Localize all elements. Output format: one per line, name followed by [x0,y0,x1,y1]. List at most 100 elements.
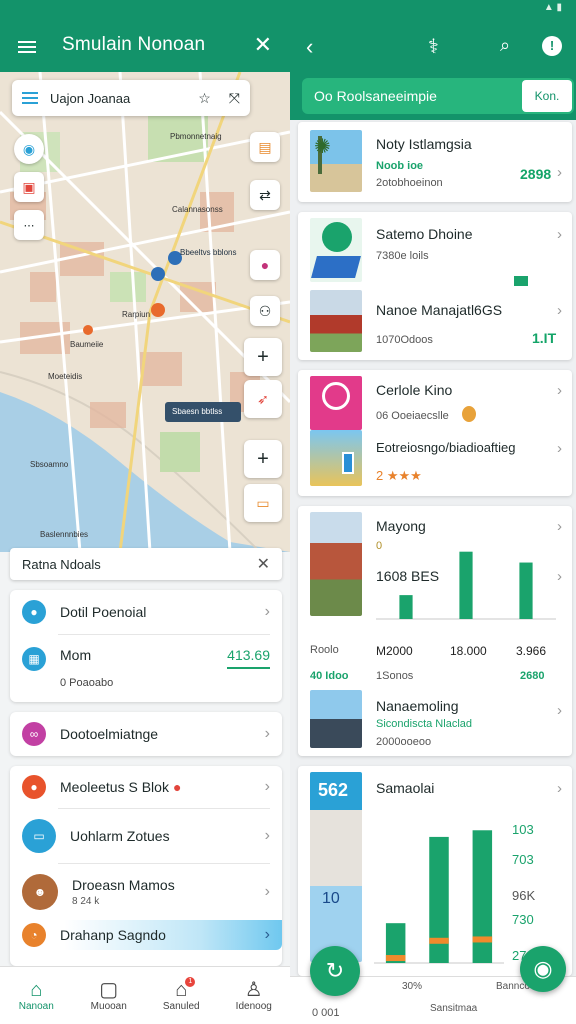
list-item[interactable]: ∞ Dootoelmiatnge › [10,712,282,756]
list-item[interactable]: ☻ Droeasn Mamos 8 24 k › [10,864,282,920]
walk-icon[interactable]: ⚇ [250,296,280,326]
result-card[interactable]: Satemo Dhoine 7380e loils › Nanoe Manaja… [298,212,572,360]
card-title-2: Eotreiosngo/biadioaftieg [376,440,516,455]
poi-icon[interactable]: ● [250,250,280,280]
location-pin-icon [462,406,476,422]
chart-bar[interactable] [429,836,449,963]
result-card[interactable]: ✺ Noty Istlamgsia Noob ioe 2otobhoeinon … [298,122,572,202]
status-icons: ▲ ▮ [543,2,562,13]
filter-label: Ratna Ndoals [22,556,101,572]
bookmark-icon[interactable]: ☆ [198,90,211,107]
car-icon: ▭ [22,819,56,853]
nav-home[interactable]: ⌂ Nanoan [0,967,73,1024]
nav-label: Nanoan [18,1001,54,1012]
map-view[interactable]: Bbeeltvs bblons Sbaesn bbtlss Baumeiie R… [0,72,290,552]
home-icon: ⌂ [30,979,43,1001]
list-item-highlight[interactable]: ◔ Drahanp Sagndo › [10,920,282,950]
search-icon[interactable]: ⌕ [500,35,510,56]
chart-bar-accent [472,936,493,943]
close-icon[interactable]: ✕ [254,32,272,58]
chart-bar[interactable] [519,562,533,619]
map-search-box[interactable]: Uajon Joanaa ☆ ⤧ [12,80,250,116]
clock-icon: ◔ [22,923,46,947]
map-label: Baslennnbies [40,530,89,539]
back-arrow-icon[interactable]: ‹ [306,34,313,60]
more-icon[interactable]: ⋯ [14,210,44,240]
chart-bar[interactable] [399,595,413,619]
battery-icon[interactable]: ▭ [244,484,282,522]
stats-card[interactable]: Mayong 0 1608 BES › › Roolo M2000 18.000… [298,506,572,756]
map-pin-icon[interactable] [151,267,165,281]
chevron-right-icon: › [264,827,270,844]
map-pin-icon[interactable] [83,325,93,335]
card-title: Mayong [376,518,426,534]
hamburger-menu-icon[interactable] [18,38,36,56]
bar-chart[interactable] [376,540,556,620]
nav-label: Muooan [90,1001,127,1012]
stat-sub: 1Sonos [376,670,414,682]
list-icon[interactable] [22,89,38,107]
stat-value: 3.966 [516,644,547,658]
map-label: Sbsoamno [30,460,69,469]
chevron-right-icon: › [557,518,562,535]
fab-left[interactable]: ↻ [310,946,360,996]
document-icon: ▢ [99,979,119,1001]
list-item-label: Mom [60,647,92,663]
promo-banner[interactable]: Oo Roolsaneeimpie Kon. [302,78,574,114]
list-item-sub: 8 24 k [72,896,100,907]
person-icon: ♙ [244,979,263,1001]
stats-card[interactable]: 562 10 Samaolai › 103 703 96K 730 278 [298,766,572,976]
chart-bar-accent [429,937,449,944]
nav-badge: 1 [185,977,196,987]
nav-label: Sanuled [162,1001,200,1012]
location-icon[interactable]: ◉ [14,134,44,164]
store-icon: ⌂ 1 [175,977,196,1001]
info-icon[interactable]: ! [542,36,562,56]
nav-person[interactable]: ♙ Idenoog [218,967,291,1024]
left-header: Smulain Nonoan ✕ [0,0,290,72]
card-title: Noty Istlamgsia [376,136,472,152]
card-title-2: Nanoe Manajatl6GS [376,302,503,318]
list-item[interactable]: ● Meoleetus S Blok ● › [10,766,282,808]
list-item[interactable]: ▭ Uohlarm Zotues › [10,809,282,863]
card-subtitle: 7380e loils [376,250,429,262]
zoom-in-icon[interactable]: + [244,338,282,376]
filter-bar[interactable]: Ratna Ndoals ✕ [10,548,282,580]
palm-thumbnail [310,690,362,748]
close-filter-icon[interactable]: ✕ [257,554,270,574]
map-search-text[interactable]: Uajon Joanaa [50,91,130,106]
chart-bar[interactable] [459,551,473,619]
beach-thumbnail: ✺ [310,130,362,192]
directions-icon[interactable]: ⤧ [229,90,240,107]
zoom-in-icon-2[interactable]: + [244,440,282,478]
chevron-right-icon: › [264,926,270,943]
layers-icon[interactable]: ▣ [14,172,44,202]
chat-icon: ● [22,600,46,624]
nav-document[interactable]: ▢ Muooan [73,967,146,1024]
bottom-nav: ⌂ Nanoan ▢ Muooan ⌂ 1 Sanuled ♙ Idenoog [0,966,290,1024]
compass-icon[interactable]: ➶ [244,380,282,418]
result-card[interactable]: Cerlole Kino 06 Ooeiaecslle › Eotreiosng… [298,370,572,496]
link-icon: ∞ [22,722,46,746]
list-item[interactable]: ▦ Mom 0 Poaoabo 413.69 [10,635,282,701]
nav-store[interactable]: ⌂ 1 Sanuled [145,967,218,1024]
fab-right[interactable]: ◉ [520,946,566,992]
map-label: Pbmonnetnaig [170,132,222,141]
x-tick-label: Sansitmaa [430,1003,478,1014]
chevron-right-icon: › [557,382,562,399]
left-pane: Smulain Nonoan ✕ Bbeeltvs bblons Sbaesn … [0,0,290,1024]
map-label: Sbaesn bbtlss [172,407,223,416]
list-item-label: Uohlarm Zotues [70,828,170,844]
list-item[interactable]: ● Dotil Poenoial › [10,590,282,634]
share-icon[interactable]: ⇄ [250,180,280,210]
stethoscope-icon[interactable]: ⚕ [428,34,439,59]
map-pin-icon[interactable] [151,303,165,317]
calendar-icon[interactable]: ▤ [250,132,280,162]
bar-chart[interactable] [374,814,504,964]
stat-label: Roolo [310,644,339,656]
banner-button[interactable]: Kon. [522,80,572,112]
chart-bar[interactable] [472,830,493,963]
y-tick-label: 703 [512,852,534,867]
right-pane: ▲ ▮ ‹ ⚕ ⌕ ! Oo Roolsaneeimpie Kon. ✺ Not… [290,0,576,1024]
list-item-label: Drahanp Sagndo [60,927,166,943]
